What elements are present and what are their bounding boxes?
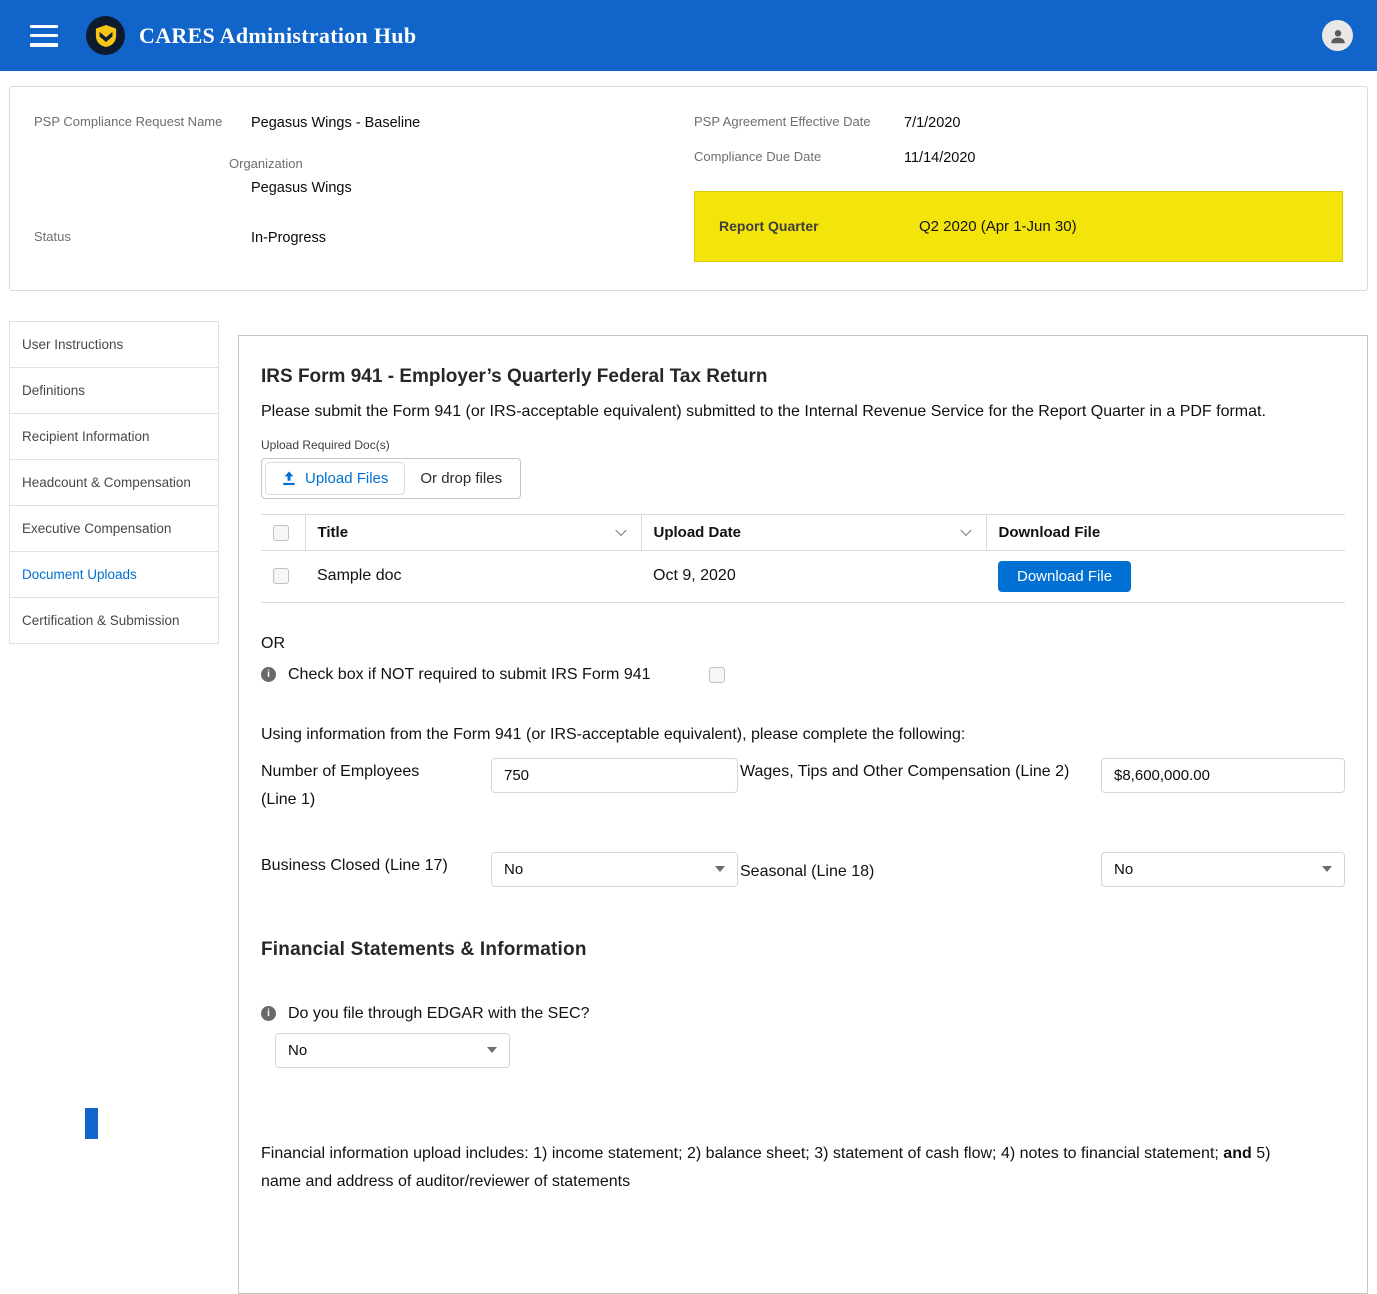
sidebar-nav: User Instructions Definitions Recipient … bbox=[9, 321, 219, 644]
wages-tips-input[interactable] bbox=[1101, 758, 1345, 793]
user-avatar[interactable] bbox=[1322, 20, 1353, 51]
organization-value: Pegasus Wings bbox=[251, 178, 420, 198]
upload-icon bbox=[282, 471, 296, 486]
number-of-employees-label: Number of Employees (Line 1) bbox=[261, 758, 491, 814]
irs-form-941-description: Please submit the Form 941 (or IRS-accep… bbox=[261, 398, 1326, 426]
summary-left-column: PSP Compliance Request Name Pegasus Wing… bbox=[34, 113, 694, 262]
shield-icon bbox=[95, 24, 117, 48]
seasonal-select[interactable]: No bbox=[1101, 852, 1345, 887]
edgar-value: No bbox=[288, 1042, 307, 1059]
number-of-employees-input[interactable] bbox=[491, 758, 738, 793]
row-action-cell: Download File bbox=[986, 550, 1345, 602]
not-required-row: Check box if NOT required to submit IRS … bbox=[261, 666, 1345, 684]
row-upload-date-cell: Oct 9, 2020 bbox=[641, 550, 986, 602]
edgar-question-label: Do you file through EDGAR with the SEC? bbox=[288, 1005, 589, 1023]
financial-statements-heading: Financial Statements & Information bbox=[261, 939, 1345, 961]
column-header-title[interactable]: Title bbox=[305, 514, 641, 550]
download-file-column-label: Download File bbox=[999, 524, 1101, 541]
report-quarter-value: Q2 2020 (Apr 1-Jun 30) bbox=[919, 218, 1077, 235]
app-title: CARES Administration Hub bbox=[139, 23, 416, 49]
request-name-field: PSP Compliance Request Name Pegasus Wing… bbox=[34, 113, 694, 198]
row-checkbox[interactable] bbox=[273, 568, 289, 584]
app-logo-shield-icon bbox=[86, 16, 125, 55]
sidebar-item-headcount-compensation[interactable]: Headcount & Compensation bbox=[10, 460, 218, 506]
not-required-label: Check box if NOT required to submit IRS … bbox=[288, 666, 651, 684]
chevron-down-icon[interactable] bbox=[615, 525, 626, 536]
note-bold: and bbox=[1223, 1145, 1251, 1162]
partial-blue-element bbox=[85, 1108, 98, 1139]
effective-date-value: 7/1/2020 bbox=[904, 113, 960, 133]
financial-upload-note: Financial information upload includes: 1… bbox=[261, 1140, 1301, 1198]
business-closed-select[interactable]: No bbox=[491, 852, 738, 887]
complete-following-text: Using information from the Form 941 (or … bbox=[261, 726, 1345, 744]
irs-form-941-heading: IRS Form 941 - Employer’s Quarterly Fede… bbox=[261, 366, 1345, 388]
caret-down-icon bbox=[715, 866, 725, 872]
organization-field: Organization Pegasus Wings bbox=[251, 155, 420, 198]
sidebar-item-user-instructions[interactable]: User Instructions bbox=[10, 322, 218, 368]
wages-tips-label: Wages, Tips and Other Compensation (Line… bbox=[738, 758, 1101, 786]
business-closed-value: No bbox=[504, 861, 523, 878]
upload-files-label: Upload Files bbox=[305, 470, 388, 487]
content-row: User Instructions Definitions Recipient … bbox=[9, 321, 1368, 1294]
due-date-value: 11/14/2020 bbox=[904, 148, 976, 168]
status-label: Status bbox=[34, 228, 251, 248]
sidebar-item-certification-submission[interactable]: Certification & Submission bbox=[10, 598, 218, 643]
or-separator-text: OR bbox=[261, 635, 1345, 653]
compliance-summary-card: PSP Compliance Request Name Pegasus Wing… bbox=[9, 86, 1368, 291]
request-name-value: Pegasus Wings - Baseline bbox=[251, 113, 420, 133]
chevron-down-icon[interactable] bbox=[960, 525, 971, 536]
sidebar-item-document-uploads[interactable]: Document Uploads bbox=[10, 552, 218, 598]
uploaded-documents-table: Title Upload Date Download File bbox=[261, 514, 1345, 603]
request-name-label: PSP Compliance Request Name bbox=[34, 113, 251, 198]
edgar-question-row: Do you file through EDGAR with the SEC? bbox=[261, 1005, 1345, 1023]
form941-fields-grid: Number of Employees (Line 1) Wages, Tips… bbox=[261, 758, 1345, 887]
column-header-upload-date[interactable]: Upload Date bbox=[641, 514, 986, 550]
column-header-download-file[interactable]: Download File bbox=[986, 514, 1345, 550]
caret-down-icon bbox=[487, 1047, 497, 1053]
organization-label: Organization bbox=[229, 155, 420, 174]
report-quarter-highlight: Report Quarter Q2 2020 (Apr 1-Jun 30) bbox=[694, 191, 1343, 262]
note-prefix: Financial information upload includes: 1… bbox=[261, 1145, 1223, 1162]
topbar: CARES Administration Hub bbox=[0, 0, 1377, 71]
select-all-checkbox-cell bbox=[261, 514, 305, 550]
edgar-select[interactable]: No bbox=[275, 1033, 510, 1068]
effective-date-field: PSP Agreement Effective Date 7/1/2020 bbox=[694, 113, 1343, 133]
drop-files-text: Or drop files bbox=[405, 470, 517, 487]
title-column-label: Title bbox=[318, 524, 349, 541]
seasonal-value: No bbox=[1114, 861, 1133, 878]
not-required-checkbox[interactable] bbox=[709, 667, 725, 683]
table-header-row: Title Upload Date Download File bbox=[261, 514, 1345, 550]
person-icon bbox=[1329, 27, 1347, 45]
row-title-cell: Sample doc bbox=[305, 550, 641, 602]
due-date-label: Compliance Due Date bbox=[694, 148, 904, 168]
upload-required-docs-label: Upload Required Doc(s) bbox=[261, 438, 1345, 452]
report-quarter-label: Report Quarter bbox=[719, 218, 919, 234]
document-uploads-panel: IRS Form 941 - Employer’s Quarterly Fede… bbox=[238, 335, 1368, 1294]
sidebar-item-definitions[interactable]: Definitions bbox=[10, 368, 218, 414]
due-date-field: Compliance Due Date 11/14/2020 bbox=[694, 148, 1343, 168]
effective-date-label: PSP Agreement Effective Date bbox=[694, 113, 904, 133]
seasonal-label: Seasonal (Line 18) bbox=[738, 852, 1101, 886]
sidebar-item-executive-compensation[interactable]: Executive Compensation bbox=[10, 506, 218, 552]
table-row: Sample doc Oct 9, 2020 Download File bbox=[261, 550, 1345, 602]
sidebar-item-recipient-information[interactable]: Recipient Information bbox=[10, 414, 218, 460]
business-closed-label: Business Closed (Line 17) bbox=[261, 852, 491, 880]
select-all-checkbox[interactable] bbox=[273, 525, 289, 541]
file-dropzone[interactable]: Upload Files Or drop files bbox=[261, 458, 521, 499]
upload-files-button[interactable]: Upload Files bbox=[265, 462, 405, 495]
info-icon[interactable] bbox=[261, 1006, 276, 1021]
status-value: In-Progress bbox=[251, 228, 326, 248]
status-field: Status In-Progress bbox=[34, 228, 694, 248]
caret-down-icon bbox=[1322, 866, 1332, 872]
download-file-button[interactable]: Download File bbox=[998, 561, 1131, 592]
menu-icon[interactable] bbox=[30, 25, 58, 47]
row-checkbox-cell bbox=[261, 550, 305, 602]
upload-date-column-label: Upload Date bbox=[654, 524, 742, 541]
summary-right-column: PSP Agreement Effective Date 7/1/2020 Co… bbox=[694, 113, 1343, 262]
info-icon[interactable] bbox=[261, 667, 276, 682]
